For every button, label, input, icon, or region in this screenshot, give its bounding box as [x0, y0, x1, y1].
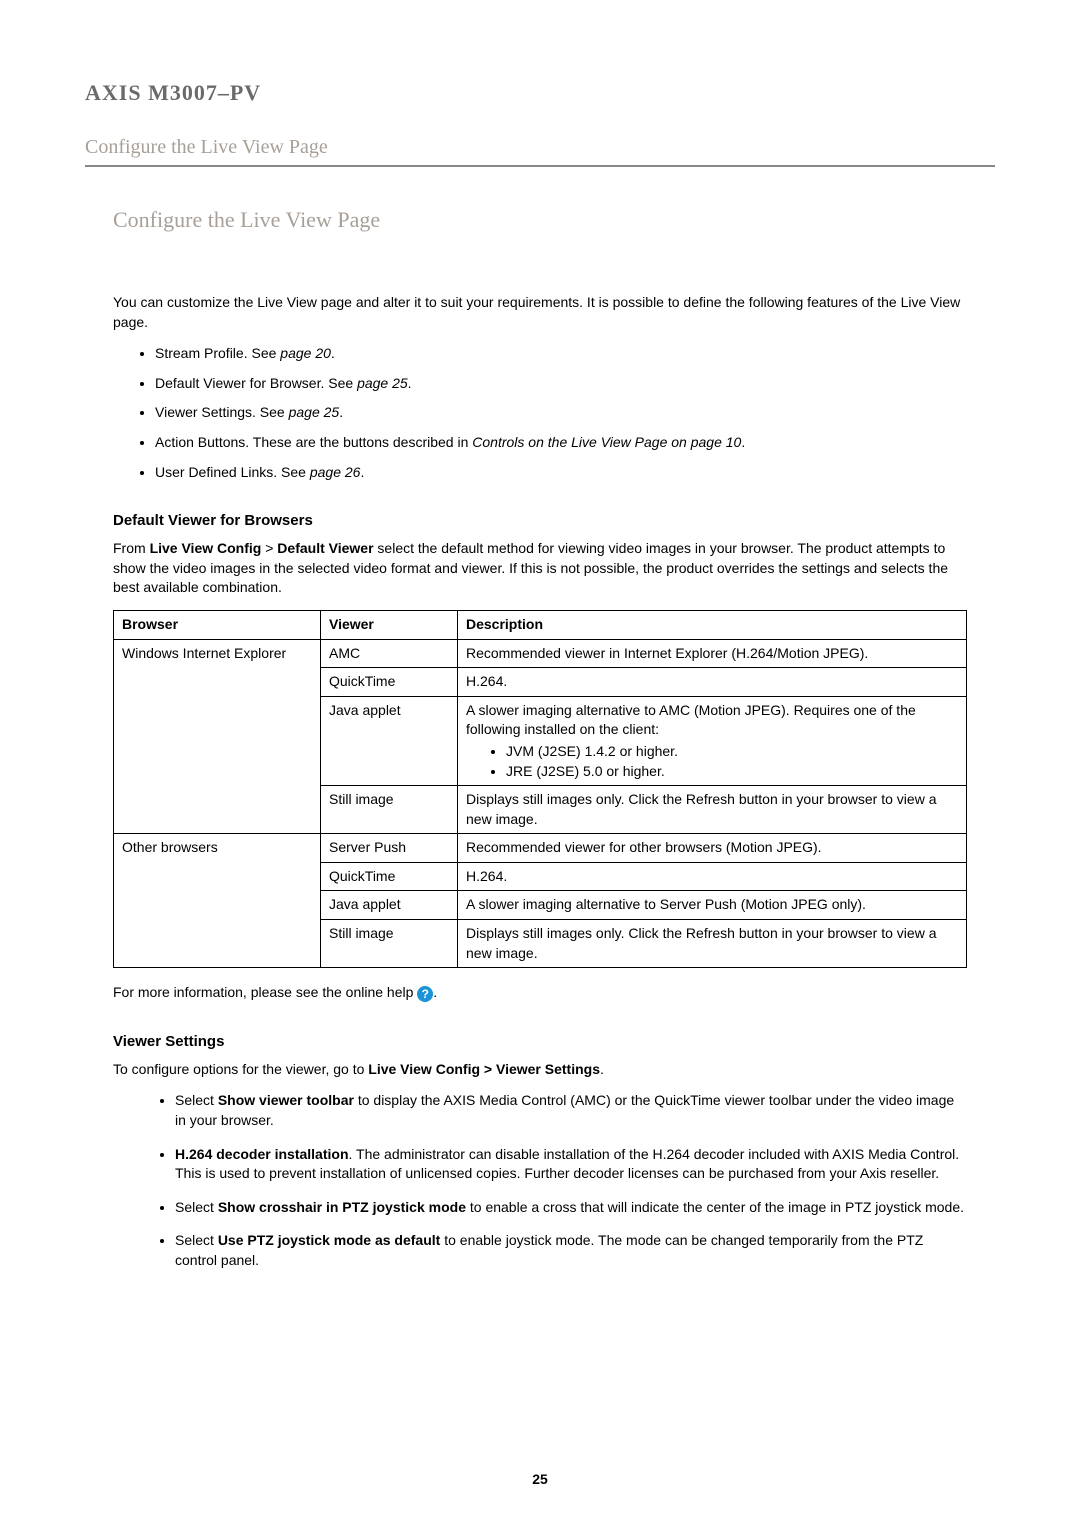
- settings-item: Select Use PTZ joystick mode as default …: [175, 1231, 967, 1270]
- viewer-table: Browser Viewer Description Windows Inter…: [113, 610, 967, 968]
- default-viewer-heading: Default Viewer for Browsers: [113, 512, 995, 529]
- product-title: AXIS M3007–PV: [85, 80, 995, 106]
- breadcrumb-part: Default Viewer: [277, 540, 373, 556]
- cell-viewer: Still image: [321, 920, 458, 968]
- page-heading: Configure the Live View Page: [113, 207, 995, 233]
- help-icon[interactable]: ?: [417, 986, 433, 1002]
- text: For more information, please see the onl…: [113, 984, 417, 1000]
- text: .: [600, 1061, 604, 1077]
- text: .: [408, 375, 412, 391]
- table-row: Windows Internet Explorer AMC Recommende…: [114, 639, 967, 668]
- table-header-row: Browser Viewer Description: [114, 610, 967, 639]
- cell-viewer: QuickTime: [321, 668, 458, 697]
- text: .: [741, 434, 745, 450]
- java-requirements-list: JVM (J2SE) 1.4.2 or higher. JRE (J2SE) 5…: [506, 742, 958, 781]
- text: .: [433, 984, 437, 1000]
- option-name: Use PTZ joystick mode as default: [218, 1232, 441, 1248]
- col-browser: Browser: [114, 610, 321, 639]
- page-ref: Controls on the Live View Page on page 1…: [472, 434, 741, 450]
- feature-list: Stream Profile. See page 20. Default Vie…: [155, 344, 967, 482]
- section-header: Configure the Live View Page: [85, 136, 995, 159]
- default-viewer-paragraph: From Live View Config > Default Viewer s…: [113, 539, 967, 598]
- feature-item: Default Viewer for Browser. See page 25.: [155, 374, 967, 394]
- settings-list: Select Show viewer toolbar to display th…: [175, 1091, 967, 1270]
- col-viewer: Viewer: [321, 610, 458, 639]
- breadcrumb-part: Live View Config: [150, 540, 262, 556]
- cell-viewer: Still image: [321, 786, 458, 834]
- text: .: [331, 345, 335, 361]
- option-name: Show crosshair in PTZ joystick mode: [218, 1199, 466, 1215]
- more-info-paragraph: For more information, please see the onl…: [113, 983, 967, 1003]
- breadcrumb: Live View Config > Viewer Settings: [368, 1061, 600, 1077]
- text: Select: [175, 1232, 218, 1248]
- cell-viewer: Java applet: [321, 696, 458, 785]
- settings-item: Select Show viewer toolbar to display th…: [175, 1091, 967, 1130]
- viewer-settings-heading: Viewer Settings: [113, 1033, 995, 1050]
- text: To configure options for the viewer, go …: [113, 1061, 368, 1077]
- text: From: [113, 540, 150, 556]
- text: Select: [175, 1092, 218, 1108]
- feature-item: Viewer Settings. See page 25.: [155, 403, 967, 423]
- text: Select: [175, 1199, 218, 1215]
- cell-viewer: Server Push: [321, 834, 458, 863]
- text: Default Viewer for Browser. See: [155, 375, 357, 391]
- cell-desc: H.264.: [458, 668, 967, 697]
- page-number: 25: [0, 1471, 1080, 1487]
- text: .: [360, 464, 364, 480]
- page-ref: page 20: [280, 345, 331, 361]
- settings-item: Select Show crosshair in PTZ joystick mo…: [175, 1198, 967, 1218]
- cell-desc: Displays still images only. Click the Re…: [458, 786, 967, 834]
- text: A slower imaging alternative to AMC (Mot…: [466, 702, 916, 738]
- page-ref: page 26: [310, 464, 361, 480]
- cell-browser: Other browsers: [114, 834, 321, 968]
- cell-viewer: AMC: [321, 639, 458, 668]
- text: >: [261, 540, 277, 556]
- cell-desc: A slower imaging alternative to AMC (Mot…: [458, 696, 967, 785]
- cell-viewer: Java applet: [321, 891, 458, 920]
- text: Action Buttons. These are the buttons de…: [155, 434, 472, 450]
- text: User Defined Links. See: [155, 464, 310, 480]
- list-item: JVM (J2SE) 1.4.2 or higher.: [506, 742, 958, 762]
- table-row: Other browsers Server Push Recommended v…: [114, 834, 967, 863]
- option-name: Show viewer toolbar: [218, 1092, 354, 1108]
- feature-item: User Defined Links. See page 26.: [155, 463, 967, 483]
- text: .: [339, 404, 343, 420]
- cell-desc: H.264.: [458, 862, 967, 891]
- page-ref: page 25: [289, 404, 340, 420]
- text: to enable a cross that will indicate the…: [466, 1199, 964, 1215]
- cell-desc: Displays still images only. Click the Re…: [458, 920, 967, 968]
- text: Stream Profile. See: [155, 345, 280, 361]
- feature-item: Stream Profile. See page 20.: [155, 344, 967, 364]
- list-item: JRE (J2SE) 5.0 or higher.: [506, 762, 958, 782]
- page-ref: page 25: [357, 375, 408, 391]
- intro-paragraph: You can customize the Live View page and…: [113, 293, 967, 332]
- cell-viewer: QuickTime: [321, 862, 458, 891]
- cell-desc: Recommended viewer for other browsers (M…: [458, 834, 967, 863]
- feature-item: Action Buttons. These are the buttons de…: [155, 433, 967, 453]
- text: Viewer Settings. See: [155, 404, 289, 420]
- col-description: Description: [458, 610, 967, 639]
- settings-item: H.264 decoder installation. The administ…: [175, 1145, 967, 1184]
- section-rule: [85, 165, 995, 167]
- cell-browser: Windows Internet Explorer: [114, 639, 321, 834]
- cell-desc: Recommended viewer in Internet Explorer …: [458, 639, 967, 668]
- viewer-settings-paragraph: To configure options for the viewer, go …: [113, 1060, 967, 1080]
- cell-desc: A slower imaging alternative to Server P…: [458, 891, 967, 920]
- option-name: H.264 decoder installation: [175, 1146, 349, 1162]
